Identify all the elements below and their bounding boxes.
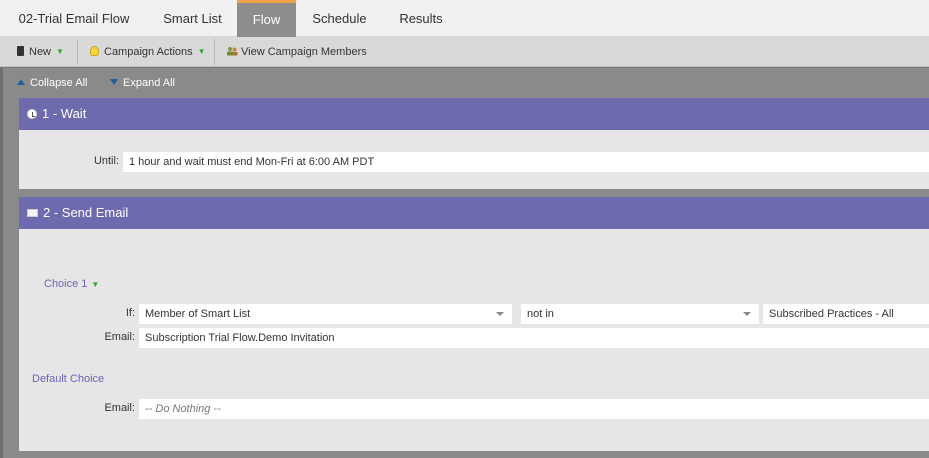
condition-field-value: Member of Smart List [145,308,251,320]
dropdown-caret-icon: ▼ [56,47,64,56]
new-icon [17,46,24,57]
view-campaign-members-button[interactable]: View Campaign Members [226,37,367,67]
chevron-down-icon [743,312,751,316]
campaign-actions-label: Campaign Actions [104,46,193,58]
campaign-actions-button[interactable]: Campaign Actions ▼ [90,37,206,67]
collapse-all-button[interactable]: Collapse All [17,68,87,98]
dropdown-caret-icon: ▼ [197,47,206,56]
default-choice-label: Default Choice [32,373,105,385]
tab-results[interactable]: Results [383,0,459,37]
if-label: If: [125,307,135,319]
new-label: New [29,46,52,58]
tab-program-name[interactable]: 02-Trial Email Flow [0,0,148,37]
choice-menu-caret-icon: ▼ [91,280,100,289]
collapse-all-label: Collapse All [30,77,88,89]
toolbar-divider [77,39,78,65]
step-body-send-email: Choice 1 ▼ If: Member of Smart List not i… [19,229,929,451]
collapse-icon [17,79,25,86]
new-button[interactable]: New ▼ [17,37,64,67]
smart-list-value: Subscribed Practices - All [769,308,894,320]
flow-controls: Collapse All Expand All [3,68,929,98]
expand-all-label: Expand All [123,77,175,89]
toolbar-divider [214,39,215,65]
tab-schedule[interactable]: Schedule [296,0,383,37]
tab-bar: 02-Trial Email Flow Smart List Flow Sche… [0,0,929,37]
email-label: Email: [104,331,135,343]
toolbar: New ▼ Campaign Actions ▼ View Campaign Mem… [0,37,929,67]
step-header-wait[interactable]: 1 - Wait [19,98,929,130]
view-campaign-members-label: View Campaign Members [241,46,367,58]
step-header-send-email[interactable]: 2 - Send Email [19,197,929,229]
chevron-down-icon [496,312,504,316]
step-body-wait: Until: 1 hour and wait must end Mon-Fri … [19,130,929,189]
step-title: 2 - Send Email [43,205,129,220]
operator-select[interactable]: not in [521,304,759,324]
choice-1-label[interactable]: Choice 1 ▼ [44,278,99,290]
expand-all-button[interactable]: Expand All [110,68,175,98]
tab-flow[interactable]: Flow [237,0,296,37]
operator-value: not in [527,308,554,320]
step-title: 1 - Wait [42,106,87,121]
email-label: Email: [104,402,135,414]
people-icon [227,47,238,56]
condition-field-select[interactable]: Member of Smart List [139,304,512,324]
choice-1-email-field[interactable]: Subscription Trial Flow.Demo Invitation [139,328,929,348]
envelope-icon [27,208,38,217]
default-email-field[interactable]: -- Do Nothing -- [139,399,929,419]
until-field[interactable]: 1 hour and wait must end Mon-Fri at 6:00… [123,152,929,172]
tab-smart-list[interactable]: Smart List [148,0,237,37]
smart-list-select[interactable]: Subscribed Practices - All [763,304,929,324]
clock-icon [27,108,37,119]
expand-icon [110,79,118,86]
choice-1-text: Choice 1 [44,278,88,290]
until-label: Until: [93,155,119,167]
lightbulb-icon [90,46,99,57]
